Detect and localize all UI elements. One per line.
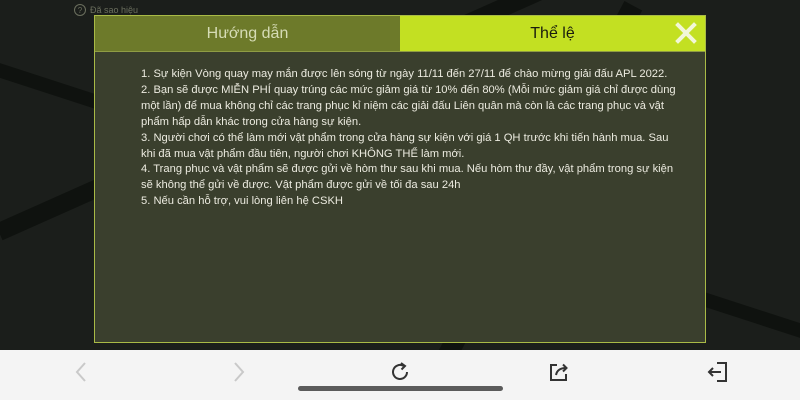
rules-dialog: Hướng dẫn Thể lệ 1. Sự kiện Vòng quay ma… [94, 15, 706, 343]
forward-button[interactable] [224, 360, 254, 384]
help-icon: ? [74, 4, 86, 16]
rule-item: 4. Trang phục và vật phẩm sẽ được gửi về… [141, 163, 674, 192]
tab-guide[interactable]: Hướng dẫn [95, 16, 400, 51]
dialog-tabs: Hướng dẫn Thể lệ [95, 16, 705, 51]
tab-rules[interactable]: Thể lệ [400, 16, 705, 51]
rule-item: 1. Sự kiện Vòng quay may mắn được lên só… [141, 68, 668, 80]
close-icon [675, 22, 697, 44]
rule-item: 2. Bạn sẽ được MIỄN PHÍ quay trúng các m… [141, 83, 676, 128]
top-hint-text: Đã sao hiệu [90, 5, 139, 15]
reload-icon [392, 362, 408, 380]
rule-item: 5. Nếu cần hỗ trợ, vui lòng liên hệ CSKH [141, 195, 343, 208]
chevron-left-icon [75, 362, 86, 382]
chevron-right-icon [234, 362, 245, 382]
reload-button[interactable] [385, 360, 415, 384]
exit-icon [707, 362, 727, 382]
home-indicator[interactable] [298, 386, 503, 391]
browser-toolbar [0, 350, 800, 400]
share-button[interactable] [544, 360, 574, 384]
share-icon [550, 363, 568, 381]
rule-item: 3. Người chơi có thể làm mới vật phẩm tr… [141, 131, 669, 160]
exit-button[interactable] [703, 360, 733, 384]
close-button[interactable] [671, 18, 701, 48]
back-button[interactable] [66, 360, 96, 384]
rules-content: 1. Sự kiện Vòng quay may mắn được lên só… [95, 51, 705, 342]
